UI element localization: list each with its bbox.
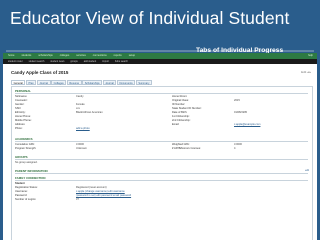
- field-label: Home Phone:: [15, 115, 31, 118]
- student-name: Candy Apple Class of 2015: [11, 70, 69, 75]
- field-label: Email:: [172, 123, 180, 126]
- field-value: 3.0000: [76, 143, 84, 146]
- field-label: 1st Citizenship:: [172, 115, 190, 118]
- sub-nav-item[interactable]: student roster: [8, 59, 23, 64]
- field-value: Candy: [76, 95, 84, 98]
- field-label: Username:: [15, 190, 28, 193]
- field-label: Home Room:: [172, 95, 188, 98]
- field-label: Mobile Phone:: [15, 119, 32, 122]
- field-value: xxx: [76, 107, 80, 110]
- field-value: 01/08/1995: [234, 111, 247, 114]
- sub-nav-item[interactable]: hobs search: [115, 59, 128, 64]
- field-label: Gender:: [15, 103, 25, 106]
- field-label: Password:: [15, 194, 28, 197]
- field-value: Unknown: [76, 147, 87, 150]
- field-label: 2nd Citizenship:: [172, 119, 191, 122]
- tab-journal[interactable]: Journal: [36, 80, 51, 85]
- tab-journal-2[interactable]: Journal: [102, 80, 117, 85]
- field-value: Black/African American: [76, 111, 103, 114]
- field-value: Female: [76, 103, 85, 106]
- tab-resume[interactable]: Resume: [66, 80, 82, 85]
- field-label: Ethnicity:: [15, 111, 26, 114]
- field-value: 2015: [234, 99, 240, 102]
- sub-nav-item[interactable]: student search: [29, 59, 45, 64]
- field-value: 4: [234, 147, 236, 150]
- tab-plan[interactable]: Plan: [25, 80, 37, 85]
- tab-scholarships[interactable]: Scholarships: [82, 80, 103, 85]
- edit-parent-info-link[interactable]: edit: [305, 169, 309, 172]
- field-label: Photo:: [15, 127, 23, 130]
- sub-nav: student roster student search student ne…: [3, 59, 317, 64]
- username-value[interactable]: c.apple (change username) edit username: [76, 190, 125, 193]
- tab-summary[interactable]: Summary: [135, 80, 153, 85]
- field-label: Original Class:: [172, 99, 189, 102]
- sub-nav-item[interactable]: groups: [70, 59, 77, 64]
- field-label: Registration Status:: [15, 186, 38, 189]
- student-tabs: General Plan Journal Colleges Resume Sch…: [11, 80, 153, 85]
- field-label: # AP/IB/Honors Courses:: [172, 147, 201, 150]
- field-label: Address:: [15, 123, 26, 126]
- divider: [15, 180, 308, 181]
- record-tools[interactable]: Edit ◂ ▸: [301, 70, 311, 74]
- field-label: Nickname:: [15, 95, 28, 98]
- tab-general[interactable]: General: [11, 80, 26, 85]
- field-label: State Student ID Number:: [172, 107, 202, 110]
- field-label: Program Strength:: [15, 147, 37, 150]
- divider: [15, 159, 308, 160]
- groups-text: No group assigned.: [15, 161, 38, 164]
- password-value[interactable]: (password is set) edit password email pa…: [76, 194, 131, 197]
- field-label: Weighted GPA:: [172, 143, 190, 146]
- login-count: 37: [76, 198, 79, 201]
- sub-nav-item[interactable]: student news: [50, 59, 64, 64]
- field-label: Counselor:: [15, 99, 28, 102]
- add-photo-link[interactable]: add a photo: [76, 127, 90, 130]
- field-label: ID Number:: [172, 103, 186, 106]
- field-value: 3.0000: [234, 143, 242, 146]
- tab-documents[interactable]: Documents: [116, 80, 136, 85]
- divider: [15, 93, 308, 94]
- student-profile-panel: PERSONAL Nickname: Counselor: Gender: SS…: [11, 86, 313, 240]
- field-label: Cumulative GPA:: [15, 143, 35, 146]
- email-link[interactable]: c.apple@example.com: [234, 123, 260, 126]
- field-label: SSN:: [15, 107, 22, 110]
- screenshot-frame: home students scholarships colleges serv…: [3, 53, 317, 240]
- tab-colleges[interactable]: Colleges: [51, 80, 67, 85]
- divider: [15, 141, 308, 142]
- sub-nav-item[interactable]: import: [102, 59, 109, 64]
- slide-title: Educator View of Individual Student: [10, 8, 290, 28]
- family-subheading: Student: [15, 182, 25, 185]
- field-label: Date of Birth:: [172, 111, 188, 114]
- registration-status: Registered (reset account): [76, 186, 107, 189]
- sub-nav-item[interactable]: add student: [84, 59, 97, 64]
- field-label: Number of Logins:: [15, 198, 37, 201]
- divider: [15, 173, 308, 174]
